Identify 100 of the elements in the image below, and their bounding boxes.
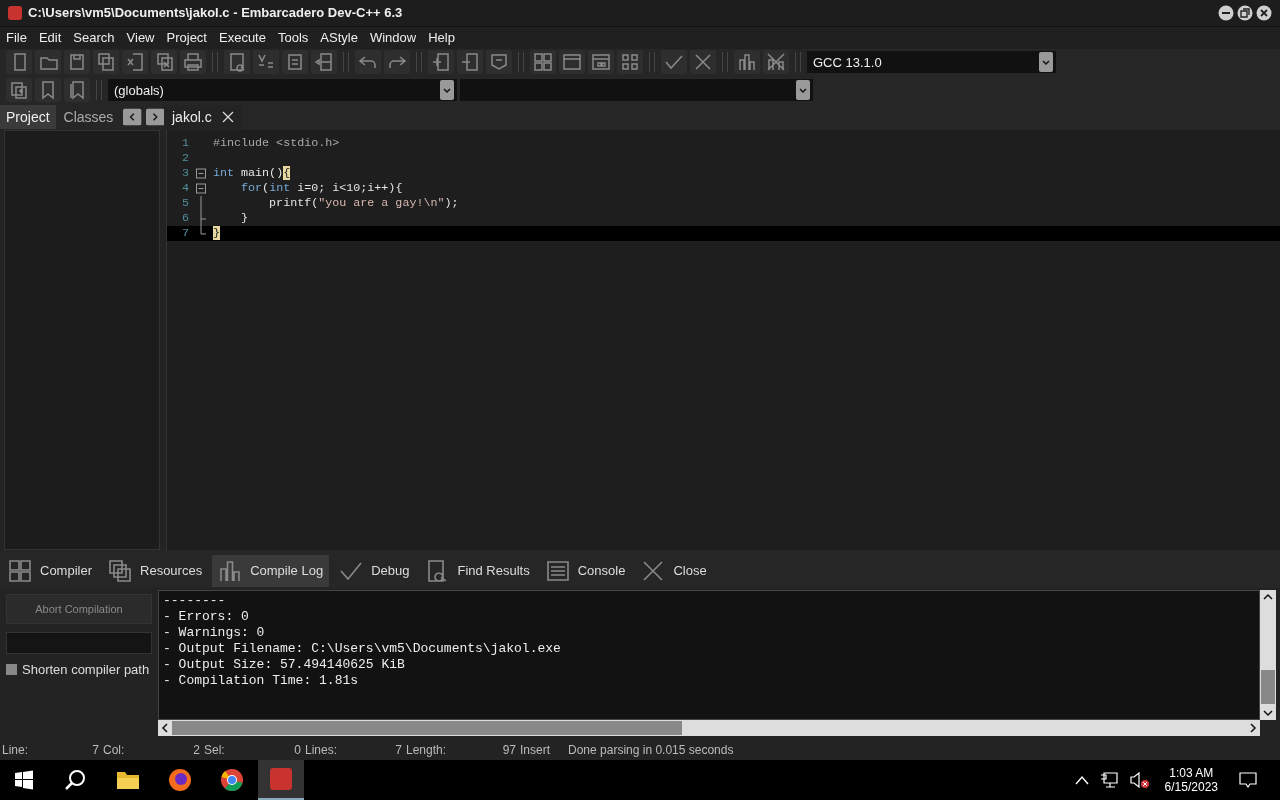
bottom-tab[interactable]: Resources bbox=[102, 554, 209, 587]
minimize-icon[interactable] bbox=[1218, 4, 1234, 21]
unindent-icon[interactable] bbox=[311, 50, 337, 75]
add-to-project-icon[interactable] bbox=[428, 50, 454, 75]
restore-icon[interactable] bbox=[1237, 4, 1253, 21]
cross-icon[interactable] bbox=[690, 50, 716, 75]
menu-item[interactable]: Tools bbox=[271, 30, 315, 46]
menu-item[interactable]: Window bbox=[363, 30, 423, 46]
menu-item[interactable]: AStyle bbox=[314, 30, 364, 46]
close-icon bbox=[641, 558, 666, 583]
bookmark-icon[interactable] bbox=[35, 78, 61, 103]
line-number: 4 bbox=[181, 181, 190, 196]
status-value: 0 bbox=[294, 743, 301, 758]
bar-chart-icon[interactable] bbox=[734, 50, 760, 75]
folder-icon[interactable] bbox=[116, 769, 140, 791]
line-number: 6 bbox=[181, 211, 190, 226]
scope-dropdown[interactable]: (globals) bbox=[108, 79, 457, 102]
chevron-left-icon[interactable] bbox=[123, 106, 142, 127]
bottom-tab[interactable]: Close bbox=[635, 554, 713, 587]
copy-icon[interactable] bbox=[6, 78, 32, 103]
bar-chart-icon bbox=[218, 558, 243, 583]
status-value: 7 bbox=[395, 743, 402, 758]
save-all-icon[interactable] bbox=[93, 50, 119, 75]
status-label: Line: bbox=[2, 743, 29, 758]
remove-from-project-icon[interactable] bbox=[457, 50, 483, 75]
chevron-right-icon[interactable] bbox=[145, 106, 164, 127]
bottom-tab[interactable]: Compile Log bbox=[212, 554, 330, 587]
member-dropdown[interactable] bbox=[460, 79, 813, 102]
squares-icon[interactable] bbox=[617, 50, 643, 75]
browser-circle-icon[interactable] bbox=[220, 768, 244, 792]
notifications-icon[interactable] bbox=[1238, 771, 1258, 789]
status-value: 97 bbox=[502, 743, 516, 758]
fold-minus-icon[interactable] bbox=[195, 165, 207, 181]
menu-item[interactable]: Edit bbox=[32, 30, 68, 46]
close-icon[interactable] bbox=[221, 110, 234, 123]
undo-icon[interactable] bbox=[355, 50, 381, 75]
log-line: - Warnings: 0 bbox=[163, 624, 266, 641]
status-value: 7 bbox=[92, 743, 99, 758]
save-icon[interactable] bbox=[64, 50, 90, 75]
shorten-path-checkbox[interactable]: Shorten compiler path bbox=[6, 661, 152, 677]
code-line: int main(){ bbox=[213, 166, 291, 181]
menu-item[interactable]: View bbox=[120, 30, 161, 46]
compiler-dropdown[interactable]: GCC 13.1.0 bbox=[807, 51, 1056, 74]
caret-icon bbox=[440, 80, 454, 101]
bottom-tab[interactable]: Find Results bbox=[419, 554, 536, 587]
search-icon[interactable] bbox=[64, 768, 88, 792]
line-number: 7 bbox=[181, 226, 190, 241]
redo-icon[interactable] bbox=[384, 50, 410, 75]
clock-date: 6/15/2023 bbox=[1164, 780, 1218, 794]
cross-chart-icon[interactable] bbox=[763, 50, 789, 75]
browser-globe-icon[interactable] bbox=[168, 768, 192, 792]
line-number: 3 bbox=[181, 166, 190, 181]
code-line: for(int i=0; i<10;i++){ bbox=[240, 181, 403, 196]
status-label: Sel: bbox=[204, 743, 225, 758]
calendar-icon[interactable] bbox=[588, 50, 614, 75]
scroll-thumb[interactable] bbox=[1261, 670, 1275, 705]
new-file-icon[interactable] bbox=[6, 50, 32, 75]
menu-item[interactable]: Execute bbox=[213, 30, 272, 46]
menu-item[interactable]: File bbox=[0, 30, 33, 46]
indent-icon[interactable] bbox=[282, 50, 308, 75]
network-icon[interactable] bbox=[1098, 771, 1119, 789]
menu-item[interactable]: Project bbox=[160, 30, 213, 46]
vertical-scrollbar[interactable] bbox=[1260, 589, 1276, 721]
speaker-muted-icon[interactable] bbox=[1128, 771, 1151, 789]
horizontal-scrollbar[interactable] bbox=[158, 720, 1260, 737]
code-editor[interactable]: 1 #include <stdio.h> 2 3 int main(){ 4 for(int i=0; i<10;i++){ 5 printf("you are a gay!\n"); 6 } 7 } bbox=[166, 129, 1280, 550]
status-label: Insert bbox=[520, 743, 550, 758]
panel-tab[interactable]: Project bbox=[0, 104, 56, 129]
status-message: Done parsing in 0.015 seconds bbox=[568, 743, 734, 758]
find-icon[interactable] bbox=[224, 50, 250, 75]
active-app-button[interactable] bbox=[258, 760, 304, 800]
console-icon bbox=[545, 558, 570, 583]
bottom-tab[interactable]: Debug bbox=[333, 554, 416, 587]
panel-tab[interactable]: Classes bbox=[57, 104, 120, 129]
close-icon[interactable] bbox=[1256, 4, 1272, 21]
log-line: - Errors: 0 bbox=[163, 608, 250, 625]
bottom-tab[interactable]: Compiler bbox=[2, 554, 98, 587]
menu-item[interactable]: Search bbox=[67, 30, 121, 46]
close-file-icon[interactable] bbox=[122, 50, 148, 75]
close-all-icon[interactable] bbox=[151, 50, 177, 75]
comment-icon[interactable] bbox=[486, 50, 512, 75]
windows-start-icon[interactable] bbox=[14, 770, 34, 790]
caret-icon bbox=[796, 80, 810, 101]
replace-icon[interactable] bbox=[253, 50, 279, 75]
chevron-up-icon[interactable] bbox=[1074, 775, 1089, 785]
bottom-tab[interactable]: Console bbox=[539, 554, 632, 587]
code-line: } bbox=[240, 211, 249, 226]
printer-icon[interactable] bbox=[180, 50, 206, 75]
check-icon[interactable] bbox=[661, 50, 687, 75]
window-icon[interactable] bbox=[559, 50, 585, 75]
bookmarks-icon[interactable] bbox=[64, 78, 90, 103]
log-line: - Compilation Time: 1.81s bbox=[163, 672, 360, 689]
log-line: - Output Filename: C:\Users\vm5\Documents\jakol.exe bbox=[163, 640, 562, 657]
scroll-thumb[interactable] bbox=[172, 721, 682, 736]
clock[interactable]: 1:03 AM 6/15/2023 bbox=[1164, 766, 1218, 794]
fold-minus-icon[interactable] bbox=[195, 180, 207, 196]
clock-time: 1:03 AM bbox=[1169, 766, 1214, 780]
line-number: 1 bbox=[181, 136, 190, 151]
grid-icon[interactable] bbox=[530, 50, 556, 75]
menu-item[interactable]: Help bbox=[422, 30, 461, 46]
